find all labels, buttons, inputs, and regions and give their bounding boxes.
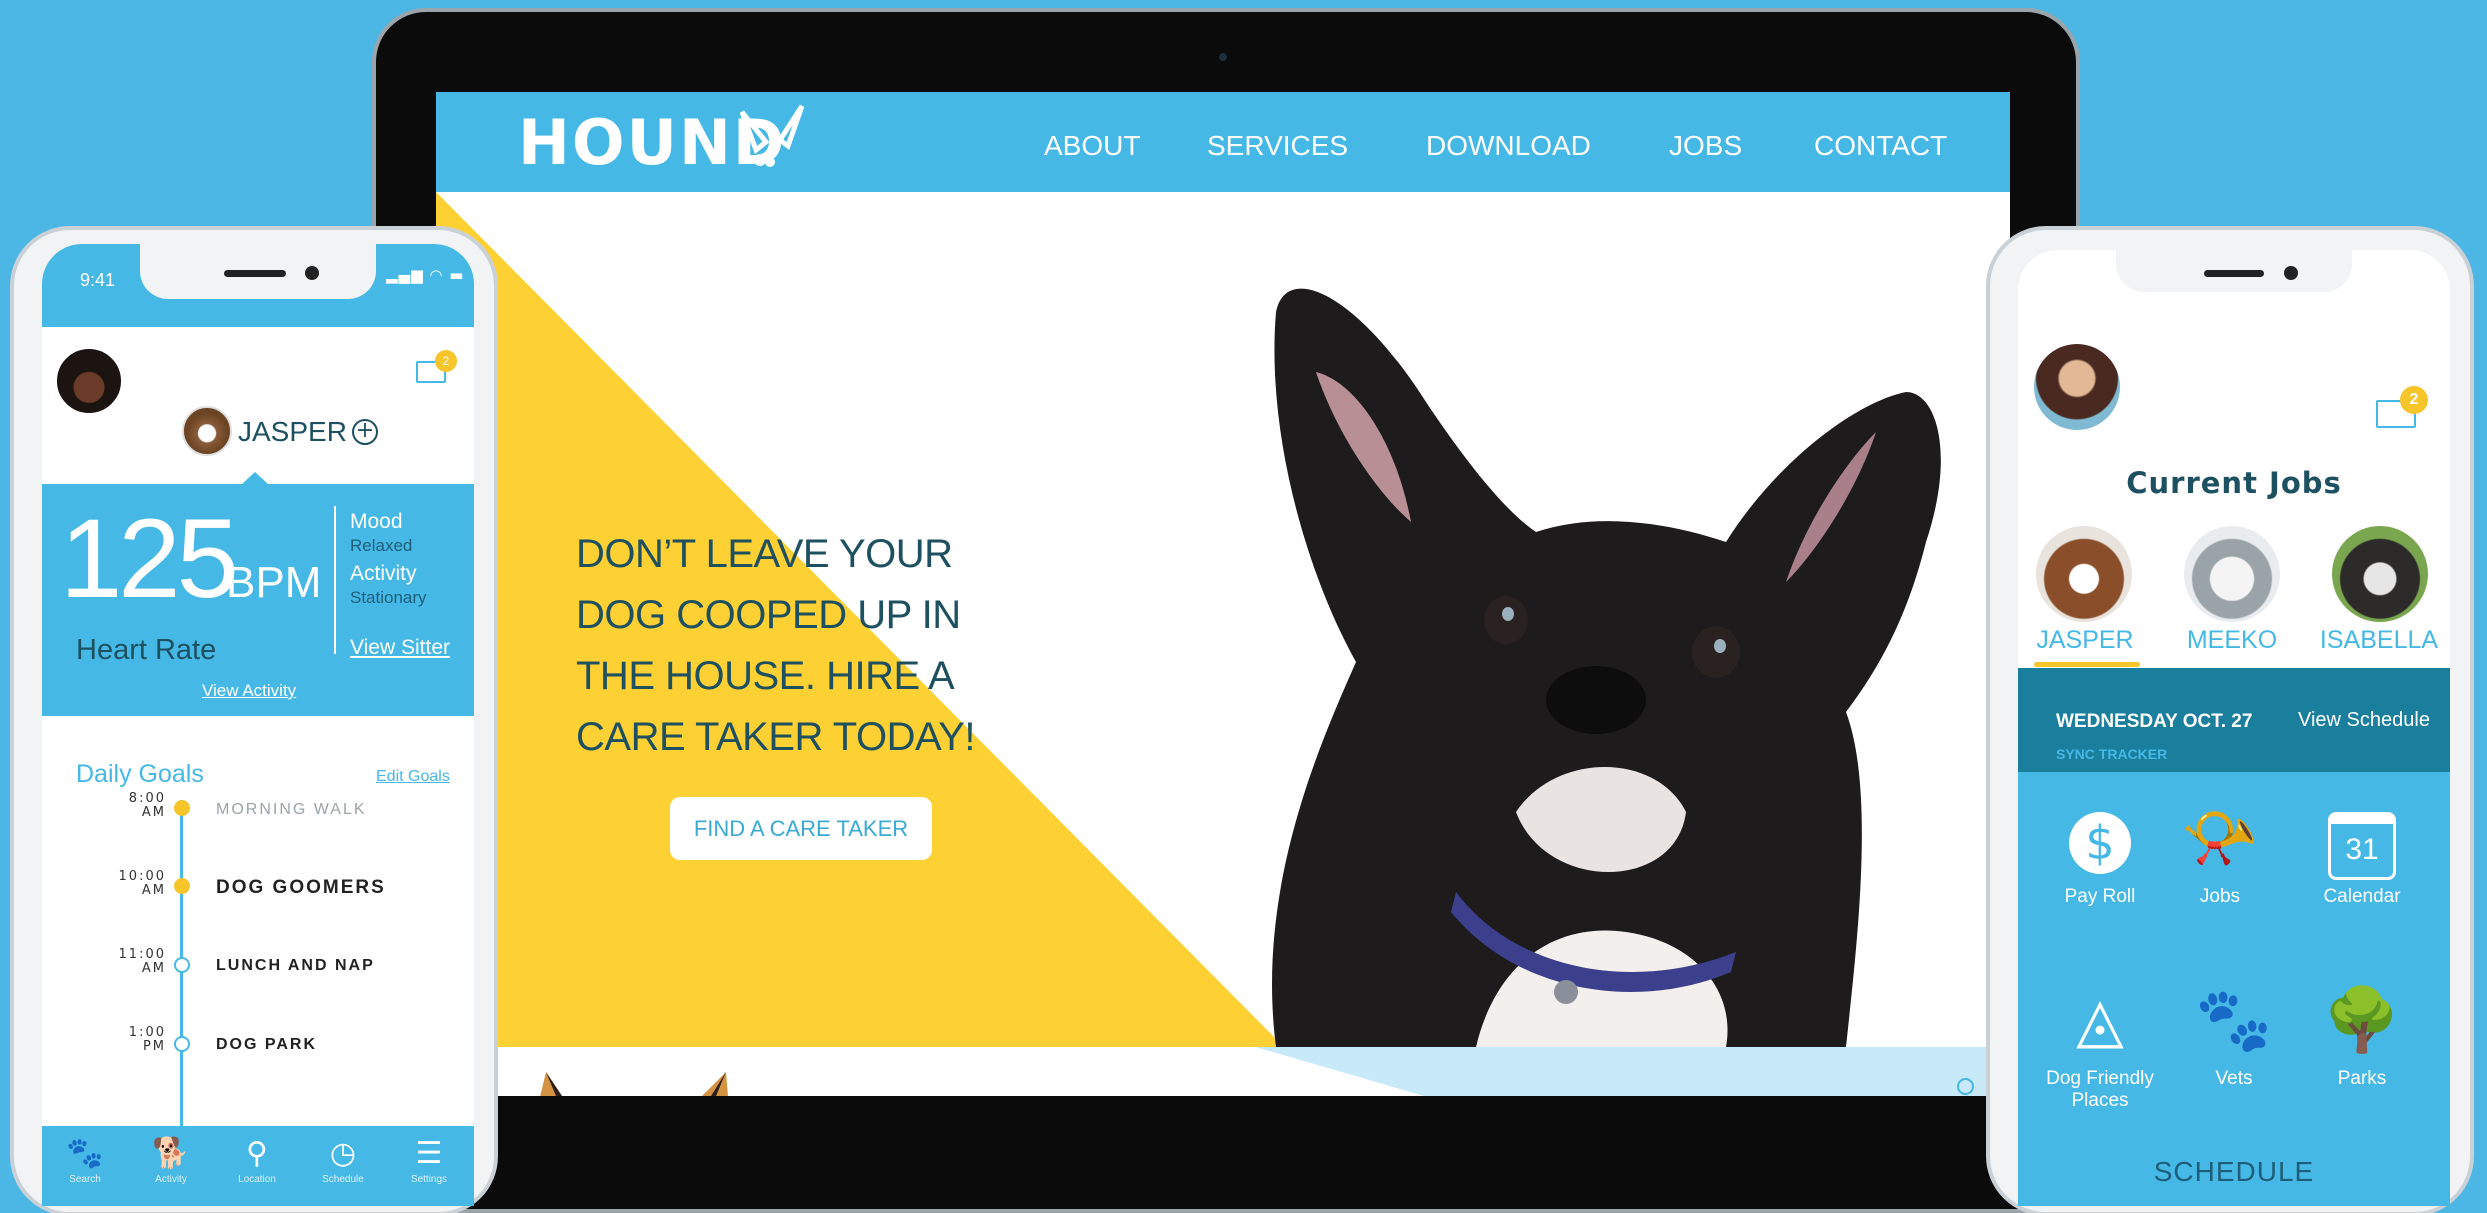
heart-rate-value: 125: [60, 496, 239, 621]
phone-left: 9:41 ▂▄▆ ◠ ▬ 2 JASPER + 125 BPM Heart Ra…: [10, 226, 498, 1213]
dog-name-isabella[interactable]: ISABELLA: [2314, 626, 2444, 655]
view-activity-link[interactable]: View Activity: [202, 681, 296, 701]
activity-label: Activity: [350, 562, 417, 585]
calendar-icon: 31: [2290, 798, 2434, 880]
find-care-taker-button[interactable]: FIND A CARE TAKER: [670, 797, 932, 860]
stats-divider: [334, 506, 336, 654]
dog-photo-meeko[interactable]: [2184, 526, 2280, 622]
status-time: 9:41: [80, 270, 116, 290]
dog-face-icon: ◬: [2076, 983, 2124, 1056]
mood-value: Relaxed: [350, 536, 413, 555]
goal-task[interactable]: LUNCH AND NAP: [216, 957, 375, 975]
running-dog-icon: 🐕: [152, 1136, 190, 1171]
activity-value: Stationary: [350, 588, 427, 607]
goal-pending-dot: [174, 957, 190, 973]
add-dog-icon[interactable]: +: [352, 419, 378, 445]
selected-caret: [242, 472, 268, 484]
website-screen: HOUND ABOUT SERVICES DOWNLOAD JOBS CONTA…: [436, 92, 2010, 1096]
user-avatar[interactable]: [2034, 344, 2120, 430]
mail-count-badge: 2: [2400, 386, 2428, 414]
dog-photo-jasper[interactable]: [2036, 526, 2132, 622]
schedule-date: WEDNESDAY OCT. 27: [2056, 711, 2253, 732]
front-camera: [305, 266, 319, 280]
vets-button[interactable]: 🐾 Vets: [2162, 980, 2306, 1090]
schedule-clock-icon: ◷: [329, 1136, 357, 1171]
heart-rate-unit: BPM: [226, 558, 322, 607]
daily-goals-title: Daily Goals: [76, 760, 204, 788]
front-camera: [2284, 266, 2298, 280]
dog-name[interactable]: JASPER: [238, 416, 347, 448]
tab-activity[interactable]: 🐕 Activity: [128, 1126, 214, 1206]
goal-task[interactable]: DOG PARK: [216, 1036, 317, 1054]
dog-friendly-places-button[interactable]: ◬ Dog Friendly Places: [2028, 980, 2172, 1112]
nav-download[interactable]: DOWNLOAD: [1426, 130, 1591, 162]
tab-schedule[interactable]: ◷ Schedule: [300, 1126, 386, 1206]
phone-notch: [140, 244, 376, 299]
laptop-camera: [1219, 53, 1227, 61]
whistle-icon: 📯: [2181, 801, 2259, 874]
goal-time: 10:00 AM: [118, 869, 166, 898]
site-navbar: HOUND ABOUT SERVICES DOWNLOAD JOBS CONTA…: [436, 92, 2010, 192]
nav-about[interactable]: ABOUT: [1044, 130, 1140, 162]
selected-dog-underline: [2034, 662, 2140, 667]
nav-jobs[interactable]: JOBS: [1669, 130, 1742, 162]
goal-task[interactable]: MORNING WALK: [216, 801, 367, 819]
goal-done-dot: [174, 878, 190, 894]
goal-pending-dot: [174, 1036, 190, 1052]
dog-search-icon: 🐾: [66, 1136, 104, 1171]
mood-label: Mood: [350, 510, 403, 533]
goal-time: 8:00 AM: [128, 791, 166, 820]
view-sitter-link[interactable]: View Sitter: [350, 636, 450, 660]
schedule-footer-title[interactable]: SCHEDULE: [2018, 1156, 2450, 1188]
dog-avatar[interactable]: [182, 406, 232, 456]
nav-contact[interactable]: CONTACT: [1814, 130, 1947, 162]
jobs-screen: 2 Current Jobs JASPER MEEKO ISABELLA WED…: [2018, 250, 2450, 1206]
sync-tracker-link[interactable]: SYNC TRACKER: [2056, 746, 2167, 762]
current-jobs-title: Current Jobs: [2126, 466, 2342, 500]
heart-rate-label: Heart Rate: [76, 634, 217, 666]
menu-icon: ☰: [415, 1136, 443, 1171]
tab-settings[interactable]: ☰ Settings: [386, 1126, 472, 1206]
scroll-indicator[interactable]: [1957, 1078, 1974, 1095]
dog-face-logo-icon: [739, 104, 805, 167]
signal-battery-icon: ▂▄▆ ◠ ▬: [386, 266, 465, 284]
dog-photo-isabella[interactable]: [2332, 526, 2428, 622]
paw-icon: 🐾: [2195, 983, 2273, 1056]
goal-time: 1:00 PM: [128, 1025, 166, 1054]
dog-name-jasper[interactable]: JASPER: [2020, 626, 2150, 655]
tab-search[interactable]: 🐾 Search: [42, 1126, 128, 1206]
phone-right: 2 Current Jobs JASPER MEEKO ISABELLA WED…: [1986, 226, 2474, 1213]
speaker: [224, 270, 286, 277]
jobs-button[interactable]: 📯 Jobs: [2148, 798, 2292, 908]
goal-time: 11:00 AM: [118, 947, 166, 976]
dog-name-meeko[interactable]: MEEKO: [2167, 626, 2297, 655]
location-pin-icon: ⚲: [246, 1136, 268, 1171]
view-schedule-link[interactable]: View Schedule: [2298, 709, 2430, 732]
goal-done-dot: [174, 800, 190, 816]
mail-count-badge: 2: [435, 350, 457, 372]
tab-location[interactable]: ⚲ Location: [214, 1126, 300, 1206]
activity-screen: 9:41 ▂▄▆ ◠ ▬ 2 JASPER + 125 BPM Heart Ra…: [42, 244, 474, 1206]
nav-services[interactable]: SERVICES: [1207, 130, 1348, 162]
tree-icon: 🌳: [2323, 983, 2401, 1056]
speaker: [2204, 270, 2264, 277]
phone-notch: [2116, 250, 2352, 292]
tab-bar: 🐾 Search 🐕 Activity ⚲ Location ◷ Schedule ☰ S…: [42, 1126, 474, 1206]
hero-headline: DON’T LEAVE YOUR DOG COOPED UP IN THE HO…: [576, 532, 976, 759]
parks-button[interactable]: 🌳 Parks: [2290, 980, 2434, 1090]
goal-task[interactable]: DOG GOOMERS: [216, 877, 386, 899]
edit-goals-link[interactable]: Edit Goals: [376, 768, 450, 786]
calendar-button[interactable]: 31 Calendar: [2290, 798, 2434, 908]
user-avatar[interactable]: [54, 346, 124, 416]
